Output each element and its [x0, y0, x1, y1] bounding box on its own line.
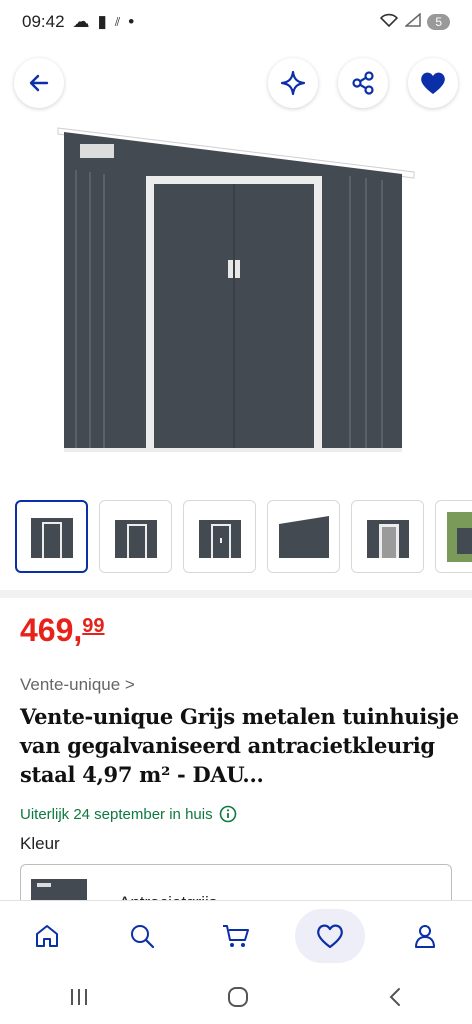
- delivery-text: Uiterlijk 24 september in huis: [20, 805, 213, 823]
- price: 469, 99: [20, 612, 105, 649]
- shed-front-thumbnail: [198, 519, 241, 558]
- back-arrow-icon: [29, 74, 49, 92]
- home-icon: [36, 924, 59, 947]
- thumbnail-2[interactable]: [99, 500, 172, 573]
- bottom-navigation: [0, 900, 472, 970]
- battery-badge: 5: [427, 14, 450, 30]
- nav-cart[interactable]: [201, 909, 271, 963]
- share-icon: [352, 71, 374, 95]
- back-chevron-icon[interactable]: [385, 985, 405, 1009]
- nav-profile[interactable]: [390, 909, 460, 963]
- signal-icon: [404, 12, 422, 32]
- product-title: Vente-unique Grijs metalen tuinhuisje va…: [20, 704, 459, 787]
- cart-icon: [222, 924, 249, 947]
- wifi-icon: [379, 12, 399, 33]
- system-navigation: [0, 970, 472, 1024]
- heart-icon: [421, 72, 445, 94]
- home-circle-icon[interactable]: [226, 985, 250, 1009]
- dot-icon: •: [128, 12, 135, 31]
- thumbnail-1[interactable]: [15, 500, 88, 573]
- shed-image: [57, 127, 415, 452]
- back-button[interactable]: [14, 58, 64, 108]
- shed-front-thumbnail: [114, 519, 157, 558]
- garden-photo-thumbnail: [446, 511, 472, 562]
- heart-icon: [317, 924, 344, 948]
- shed-open-thumbnail: [366, 519, 409, 558]
- sim-icon: ▮: [97, 12, 107, 31]
- section-divider: [0, 590, 472, 598]
- cloud-icon: ☁: [72, 12, 90, 31]
- nfc-icon: ⫽: [114, 14, 121, 29]
- shed-side-thumbnail: [278, 515, 329, 558]
- sparkle-icon: [280, 70, 306, 96]
- nav-home[interactable]: [12, 909, 82, 963]
- thumbnail-6[interactable]: [435, 500, 472, 573]
- share-button[interactable]: [338, 58, 388, 108]
- nav-wishlist[interactable]: [295, 908, 366, 963]
- thumbnail-3[interactable]: [183, 500, 256, 573]
- status-time: 09:42: [22, 12, 65, 31]
- search-icon: [130, 924, 154, 948]
- color-label: Kleur: [20, 834, 60, 853]
- delivery-info: Uiterlijk 24 september in huis: [20, 805, 237, 823]
- profile-icon: [414, 924, 435, 948]
- nav-search[interactable]: [107, 909, 177, 963]
- thumbnail-strip: [0, 500, 472, 578]
- brand-link[interactable]: Vente-unique >: [20, 675, 135, 695]
- info-icon[interactable]: [219, 805, 237, 823]
- price-cents: 99: [82, 615, 105, 637]
- recent-apps-icon[interactable]: [67, 986, 91, 1008]
- sparkle-button[interactable]: [268, 58, 318, 108]
- shed-front-thumbnail: [30, 517, 73, 558]
- status-bar: 09:42 ☁ ▮ ⫽ • 5: [0, 0, 472, 44]
- price-whole: 469,: [20, 612, 83, 648]
- thumbnail-4[interactable]: [267, 500, 340, 573]
- product-image-area: [0, 44, 472, 484]
- wishlist-button[interactable]: [408, 58, 458, 108]
- thumbnail-5[interactable]: [351, 500, 424, 573]
